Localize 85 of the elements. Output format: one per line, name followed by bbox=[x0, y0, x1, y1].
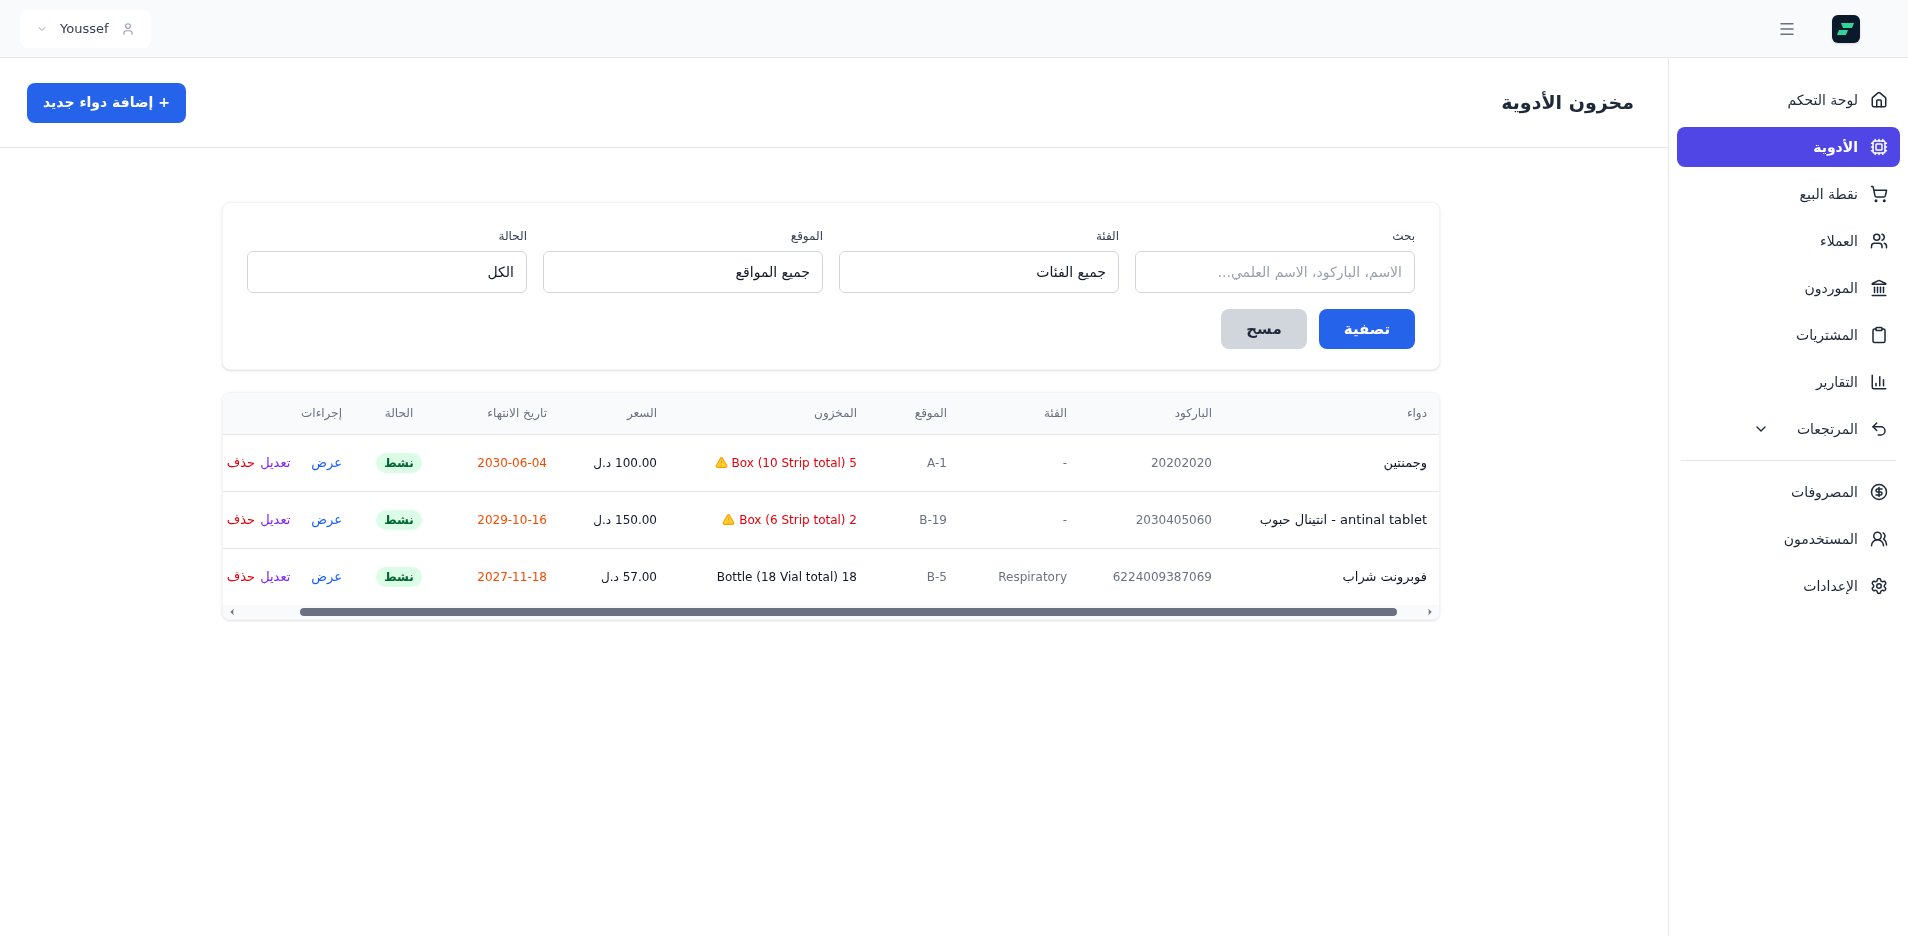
sidebar-item[interactable]: الإعدادات bbox=[1677, 566, 1900, 606]
edit-link[interactable]: تعديل bbox=[260, 509, 291, 530]
add-medicine-button[interactable]: + إضافة دواء جديد bbox=[27, 82, 186, 123]
price-cell: 100.00 د.ل bbox=[593, 455, 657, 470]
table-cell: 2030405060 bbox=[1135, 512, 1212, 527]
delete-link[interactable]: حذف bbox=[226, 452, 256, 473]
table-cell: - bbox=[1062, 512, 1067, 527]
return-arrow-icon bbox=[1870, 420, 1888, 438]
warning-icon bbox=[722, 513, 736, 526]
home-icon bbox=[1870, 91, 1888, 109]
edit-link[interactable]: تعديل bbox=[260, 452, 291, 473]
column-header: دواء bbox=[1406, 406, 1427, 421]
view-link[interactable]: عرض bbox=[311, 452, 342, 473]
select-field[interactable]: جميع الفئات bbox=[839, 251, 1119, 293]
users-icon bbox=[1870, 232, 1888, 250]
chip-icon bbox=[1870, 138, 1888, 156]
clear-button[interactable]: مسح bbox=[1221, 309, 1307, 349]
page-title: مخزون الأدوية bbox=[1501, 90, 1634, 116]
table-cell: B-19 bbox=[919, 512, 947, 527]
table-cell: B-5 bbox=[926, 569, 947, 584]
select-field[interactable]: جميع المواقع bbox=[543, 251, 823, 293]
filter-button[interactable]: تصفية bbox=[1319, 309, 1415, 349]
sidebar-item[interactable]: المشتريات bbox=[1677, 315, 1900, 355]
status-badge: نشط bbox=[376, 452, 422, 473]
bar-chart-icon bbox=[1870, 373, 1888, 391]
column-header: الحالة bbox=[384, 406, 414, 421]
column-header: السعر bbox=[626, 406, 657, 421]
table-cell: A-1 bbox=[927, 455, 947, 470]
stock-cell-text: Box (6 Strip total) 2 bbox=[739, 511, 857, 529]
view-link[interactable]: عرض bbox=[311, 509, 342, 530]
sidebar-item[interactable]: الأدوية bbox=[1677, 127, 1900, 167]
medicine-name: antinal tablet - انتينال حبوب bbox=[1259, 511, 1427, 527]
user-icon bbox=[120, 21, 135, 36]
medicine-name: وجمنتين bbox=[1383, 454, 1427, 470]
scroll-left-icon[interactable] bbox=[227, 607, 237, 617]
table-cell: 20202020 bbox=[1150, 455, 1212, 470]
sidebar-item[interactable]: العملاء bbox=[1677, 221, 1900, 261]
column-header: الباركود bbox=[1174, 406, 1212, 421]
field-label: بحث bbox=[1391, 228, 1415, 245]
sidebar-item[interactable]: المرتجعات bbox=[1677, 409, 1900, 449]
search-field[interactable]: الاسم، الباركود، الاسم العلمي... bbox=[1135, 251, 1415, 293]
table-cell: Respiratory bbox=[998, 569, 1067, 584]
sidebar-item[interactable]: المصروفات bbox=[1677, 472, 1900, 512]
stock-cell-text: Box (10 Strip total) 5 bbox=[731, 454, 857, 472]
column-header: المخزون bbox=[814, 406, 857, 421]
expiry-date: 2030-06-04 bbox=[477, 455, 547, 470]
delete-link[interactable]: حذف bbox=[226, 567, 256, 587]
warning-icon bbox=[714, 456, 728, 469]
sidebar-item[interactable]: التقارير bbox=[1677, 362, 1900, 402]
table-cell: 6224009387069 bbox=[1112, 569, 1212, 584]
dollar-icon bbox=[1870, 483, 1888, 501]
stock-cell-text: Bottle (18 Vial total) 18 bbox=[716, 568, 857, 586]
view-link[interactable]: عرض bbox=[311, 567, 342, 587]
sidebar-item[interactable]: الموردون bbox=[1677, 268, 1900, 308]
app-logo-icon[interactable] bbox=[1832, 14, 1860, 43]
field-label: الفئة bbox=[1094, 228, 1119, 245]
scroll-right-icon[interactable] bbox=[1425, 607, 1435, 617]
column-header: تاريخ الانتهاء bbox=[487, 406, 547, 421]
expiry-date: 2027-11-18 bbox=[477, 569, 547, 584]
expiry-date: 2029-10-16 bbox=[477, 512, 547, 527]
scrollbar-thumb[interactable] bbox=[300, 608, 1398, 616]
status-badge: نشط bbox=[376, 509, 422, 530]
price-cell: 150.00 د.ل bbox=[593, 512, 657, 527]
column-header: إجراءات bbox=[301, 406, 342, 421]
select-field[interactable]: الكل bbox=[247, 251, 527, 293]
field-label: الحالة bbox=[497, 228, 527, 245]
user-menu-button[interactable]: Youssef bbox=[20, 9, 151, 48]
clipboard-icon bbox=[1870, 326, 1888, 344]
medicine-name: فوبرونت شراب bbox=[1342, 569, 1427, 584]
price-cell: 57.00 د.ل bbox=[600, 569, 657, 584]
column-header: الموقع bbox=[914, 406, 947, 421]
sidebar-item[interactable]: لوحة التحكم bbox=[1677, 80, 1900, 120]
horizontal-scrollbar[interactable] bbox=[223, 605, 1439, 619]
edit-link[interactable]: تعديل bbox=[260, 567, 291, 587]
column-header: الفئة bbox=[1043, 406, 1067, 421]
field-label: الموقع bbox=[789, 228, 823, 245]
settings-icon bbox=[1870, 577, 1888, 595]
delete-link[interactable]: حذف bbox=[226, 509, 256, 530]
sidebar-item[interactable]: نقطة البيع bbox=[1677, 174, 1900, 214]
bank-icon bbox=[1870, 279, 1888, 297]
users-icon bbox=[1870, 530, 1888, 548]
cart-icon bbox=[1870, 185, 1888, 203]
sidebar-item[interactable]: المستخدمون bbox=[1677, 519, 1900, 559]
status-badge: نشط bbox=[376, 566, 422, 587]
table-cell: - bbox=[1062, 455, 1067, 470]
